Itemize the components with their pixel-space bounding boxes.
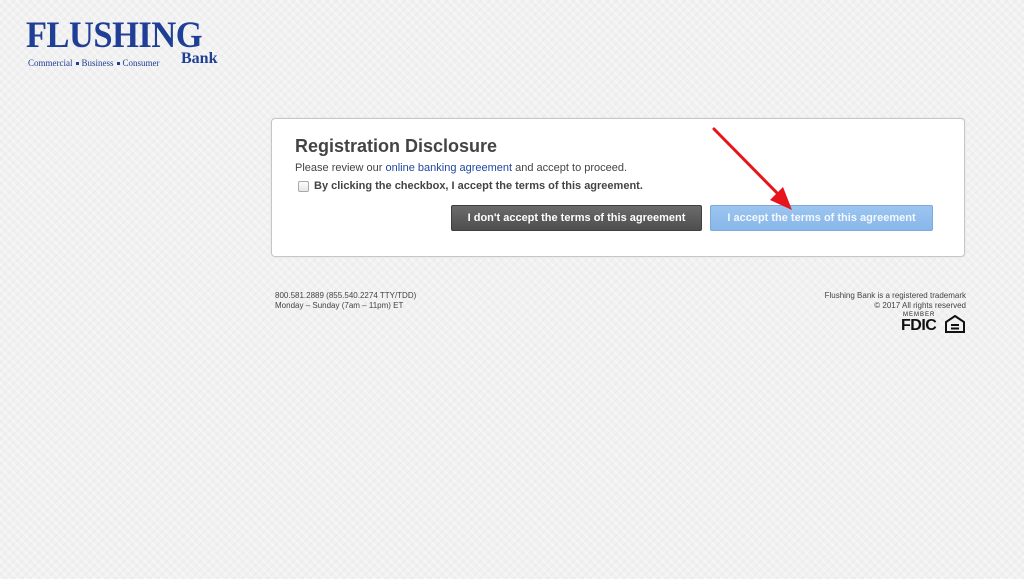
accept-terms-checkbox-row[interactable]: By clicking the checkbox, I accept the t… xyxy=(298,180,643,192)
equal-housing-lender-icon xyxy=(945,315,965,333)
page-title: Registration Disclosure xyxy=(295,136,498,156)
red-arrow-icon xyxy=(712,127,792,210)
accept-terms-checkbox-label[interactable]: By clicking the checkbox, I accept the t… xyxy=(314,180,643,192)
phone-numbers: 800.581.2889 (855.540.2274 TTY/TDD) xyxy=(275,291,417,300)
instructions-text-before: Please review our xyxy=(295,162,386,174)
logo-wordmark: FLUSHING xyxy=(26,15,203,56)
trademark-notice: Flushing Bank is a registered trademark xyxy=(824,291,966,300)
contact-info: 800.581.2889 (855.540.2274 TTY/TDD) Mond… xyxy=(275,291,416,311)
tagline-commercial: Commercial xyxy=(28,58,73,68)
logo-bank-word: Bank xyxy=(181,50,218,67)
tagline-business: Business xyxy=(81,58,114,68)
tagline-separator xyxy=(116,62,120,66)
copyright-notice: © 2017 All rights reserved xyxy=(874,301,966,310)
support-hours: Monday – Sunday (7am – 11pm) ET xyxy=(275,301,404,310)
flushing-bank-logo[interactable]: FLUSHING Commercial Business Consumer Bank xyxy=(26,16,230,70)
disclosure-instructions: Please review our online banking agreeme… xyxy=(295,162,627,174)
legal-info: Flushing Bank is a registered trademark … xyxy=(825,291,966,311)
fdic-wordmark: FDIC xyxy=(901,317,937,334)
logo-tagline: Commercial Business Consumer xyxy=(28,58,160,68)
tagline-consumer: Consumer xyxy=(122,58,160,68)
fdic-member-badge: MEMBER FDIC xyxy=(901,312,969,338)
registration-disclosure-card: Registration Disclosure Please review ou… xyxy=(271,118,965,257)
tagline-separator xyxy=(75,62,79,66)
instructions-text-after: and accept to proceed. xyxy=(512,162,628,174)
online-banking-agreement-link[interactable]: online banking agreement xyxy=(386,162,513,174)
accept-terms-checkbox[interactable] xyxy=(298,180,309,192)
decline-terms-button[interactable]: I don't accept the terms of this agreeme… xyxy=(451,205,702,231)
